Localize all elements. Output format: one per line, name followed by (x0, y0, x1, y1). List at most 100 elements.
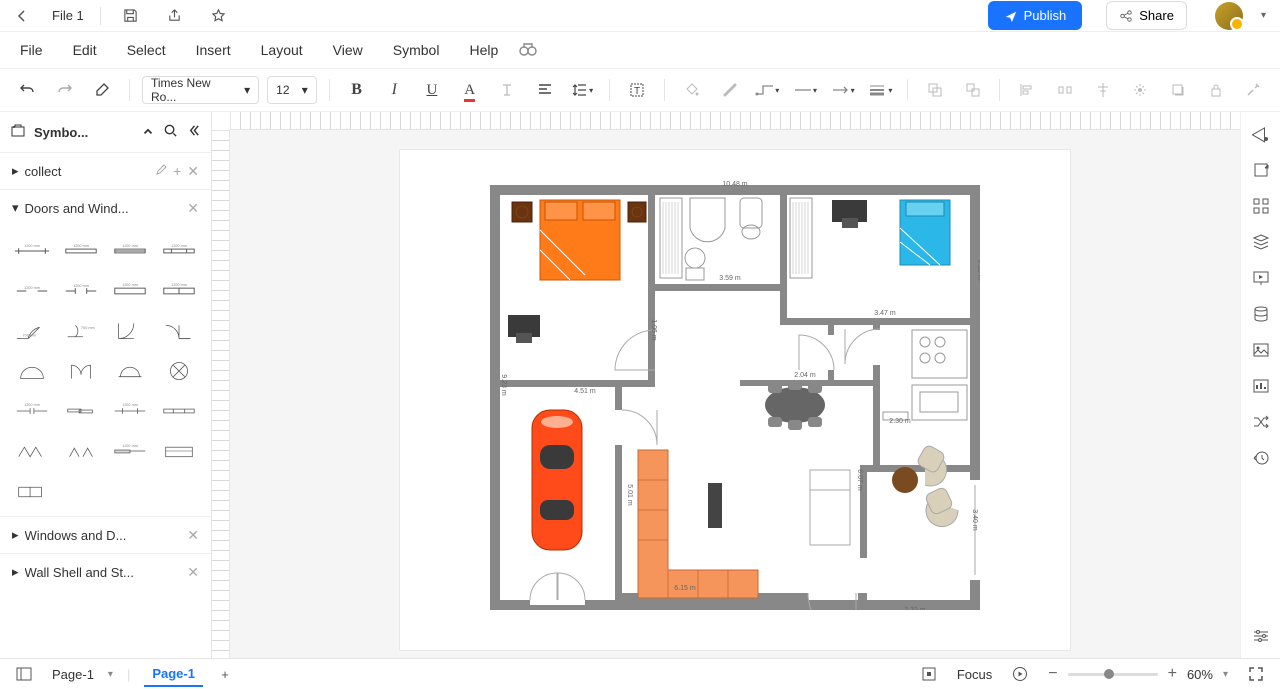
arrow-style-button[interactable]: ▾ (828, 75, 858, 105)
group-button[interactable] (920, 75, 950, 105)
symbol-double-door-1[interactable] (10, 354, 53, 388)
zoom-value[interactable]: 60% (1187, 667, 1213, 682)
redo-button[interactable] (50, 75, 80, 105)
zoom-dropdown-icon[interactable]: ▾ (1223, 669, 1228, 680)
connector-button[interactable]: ▾ (752, 75, 782, 105)
menu-insert[interactable]: Insert (182, 36, 245, 64)
undo-button[interactable] (12, 75, 42, 105)
symbol-sliding-3[interactable]: 1200 mm (109, 394, 152, 428)
ungroup-button[interactable] (958, 75, 988, 105)
fill-button[interactable] (677, 75, 707, 105)
menu-edit[interactable]: Edit (59, 36, 111, 64)
search-icon[interactable] (163, 123, 178, 141)
zoom-slider[interactable] (1068, 673, 1158, 676)
text-box-button[interactable]: T (622, 75, 652, 105)
align-button[interactable] (530, 75, 560, 105)
font-size-select[interactable]: 12 ▾ (267, 76, 317, 104)
page-selector-value[interactable]: Page-1 (52, 667, 94, 682)
line-spacing-button[interactable]: ▾ (568, 75, 598, 105)
zoom-out-button[interactable]: − (1048, 665, 1057, 683)
menu-symbol[interactable]: Symbol (379, 36, 454, 64)
section-toggle-doors[interactable]: ▾ Doors and Wind... ✕ (0, 190, 211, 226)
font-family-select[interactable]: Times New Ro... ▾ (142, 76, 259, 104)
add-icon[interactable]: + (173, 163, 181, 179)
settings-rail-icon[interactable] (1247, 622, 1275, 650)
bold-button[interactable]: B (342, 75, 372, 105)
center-button[interactable] (1088, 75, 1118, 105)
align-left-button[interactable] (1012, 75, 1042, 105)
menu-layout[interactable]: Layout (247, 36, 317, 64)
grid-icon[interactable] (1247, 192, 1275, 220)
font-color-button[interactable]: A (455, 75, 485, 105)
fullscreen-icon[interactable] (1242, 660, 1270, 688)
line-weight-button[interactable]: ▾ (865, 75, 895, 105)
section-toggle-collect[interactable]: ▸ collect + ✕ (0, 153, 211, 189)
image-icon[interactable] (1247, 336, 1275, 364)
play-icon[interactable] (1006, 660, 1034, 688)
symbol-door-swing-1[interactable]: 700 mm (10, 314, 53, 348)
menu-file[interactable]: File (6, 36, 57, 64)
canvas-page[interactable]: 10.48 m 3.59 m 3.47 m 6.93 m 9.23 m 4.51… (400, 150, 1070, 650)
symbol-door-arc[interactable] (109, 354, 152, 388)
symbol-opening-6[interactable]: 1200 mm (59, 274, 102, 308)
symbol-opening-5[interactable]: 1200 mm (10, 274, 53, 308)
account-dropdown-icon[interactable]: ▾ (1261, 10, 1266, 21)
add-page-button[interactable]: + (211, 660, 239, 688)
database-icon[interactable] (1247, 300, 1275, 328)
close-section-icon[interactable]: ✕ (187, 527, 199, 544)
file-name[interactable]: File 1 (52, 8, 84, 23)
symbol-triple-opening[interactable] (10, 474, 53, 508)
focus-label[interactable]: Focus (957, 667, 992, 682)
underline-button[interactable]: U (417, 75, 447, 105)
lock-button[interactable] (1201, 75, 1231, 105)
zoom-in-button[interactable]: + (1168, 665, 1177, 683)
symbol-door-swing-4[interactable] (158, 314, 201, 348)
avatar[interactable] (1215, 2, 1243, 30)
close-section-icon[interactable]: ✕ (187, 200, 199, 217)
layers-icon[interactable] (1247, 156, 1275, 184)
history-icon[interactable] (1247, 444, 1275, 472)
symbol-revolving-door[interactable] (158, 354, 201, 388)
share-button[interactable]: Share (1106, 1, 1187, 30)
library-icon[interactable] (10, 123, 26, 142)
line-color-button[interactable] (715, 75, 745, 105)
symbol-sliding-1[interactable]: 1200 mm (10, 394, 53, 428)
shadow-button[interactable] (1163, 75, 1193, 105)
canvas-scroll[interactable]: 10.48 m 3.59 m 3.47 m 6.93 m 9.23 m 4.51… (230, 130, 1240, 658)
page-selector-dropdown-icon[interactable]: ▾ (108, 669, 113, 680)
export-icon[interactable] (161, 2, 189, 30)
symbol-bifold-1[interactable] (10, 434, 53, 468)
edit-icon[interactable] (155, 163, 167, 179)
ruler-horizontal[interactable] (230, 112, 1240, 130)
section-toggle-wall[interactable]: ▸ Wall Shell and St... ✕ (0, 554, 211, 590)
text-highlight-button[interactable] (492, 75, 522, 105)
menu-help[interactable]: Help (455, 36, 512, 64)
symbol-door-swing-3[interactable] (109, 314, 152, 348)
page-tab-1[interactable]: Page-1 (144, 662, 203, 687)
symbol-opening-7[interactable]: 1200 mm (109, 274, 152, 308)
save-icon[interactable] (117, 2, 145, 30)
binoculars-icon[interactable] (514, 42, 542, 59)
symbol-sliding-4[interactable] (158, 394, 201, 428)
floor-plan-drawing[interactable]: 10.48 m 3.59 m 3.47 m 6.93 m 9.23 m 4.51… (490, 180, 980, 610)
effects-button[interactable] (1125, 75, 1155, 105)
collapse-panel-icon[interactable] (141, 124, 155, 141)
symbol-sliding-2[interactable] (59, 394, 102, 428)
symbol-wall-opening-3[interactable]: 1200 mm (109, 234, 152, 268)
favorite-icon[interactable] (205, 2, 233, 30)
focus-mode-icon[interactable] (915, 660, 943, 688)
menu-view[interactable]: View (319, 36, 377, 64)
page-layout-icon[interactable] (10, 660, 38, 688)
section-toggle-windows[interactable]: ▸ Windows and D... ✕ (0, 517, 211, 553)
symbol-double-door-2[interactable] (59, 354, 102, 388)
stack-icon[interactable] (1247, 228, 1275, 256)
shuffle-icon[interactable] (1247, 408, 1275, 436)
italic-button[interactable]: I (379, 75, 409, 105)
menu-select[interactable]: Select (113, 36, 180, 64)
symbol-door-swing-2[interactable]: 700 mm (59, 314, 102, 348)
close-section-icon[interactable]: ✕ (187, 564, 199, 581)
chart-icon[interactable] (1247, 372, 1275, 400)
symbol-pocket-door[interactable]: 1200 mm (109, 434, 152, 468)
symbol-garage-door[interactable] (158, 434, 201, 468)
symbol-bifold-2[interactable] (59, 434, 102, 468)
